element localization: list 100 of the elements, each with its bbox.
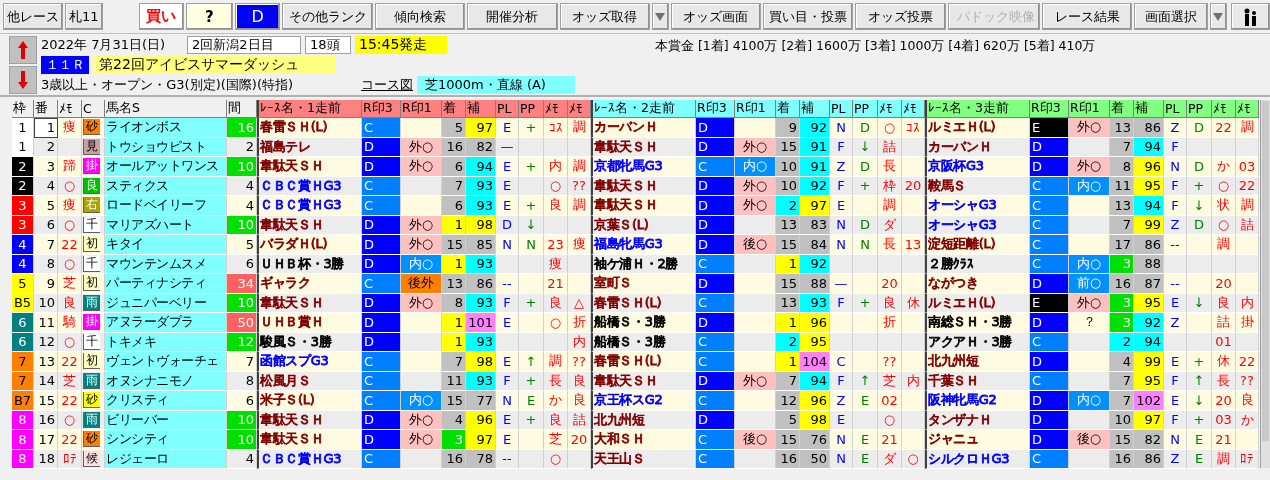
table-cell: 97	[800, 196, 830, 216]
table-cell: 内	[544, 157, 568, 177]
table-cell: 前○	[1069, 274, 1110, 294]
table-cell: 調	[878, 196, 902, 216]
race-name: 京葉Ｓ(L)	[591, 215, 696, 235]
table-cell: 20	[878, 274, 902, 294]
toolbar-button[interactable]: オッズ取得	[559, 3, 650, 30]
rating-mark: D	[362, 313, 401, 333]
table-cell: 13	[902, 235, 925, 255]
table-cell: ？	[1069, 313, 1110, 333]
table-cell: 15	[776, 235, 800, 255]
race-name: 福島牝馬G3	[591, 235, 696, 255]
table-cell: 93	[466, 176, 496, 196]
table-cell: 7	[1110, 391, 1134, 411]
condition-tag: 良	[83, 177, 100, 194]
toolbar-button[interactable]: レース結果	[1041, 3, 1133, 30]
table-cell: 8	[442, 293, 466, 313]
toolbar-button[interactable]: その他ランク	[282, 3, 373, 30]
column-header: R印1	[735, 100, 776, 118]
table-cell: 86	[1134, 118, 1164, 138]
column-header: PL	[830, 100, 853, 118]
horse-number: 13	[34, 352, 58, 372]
race-number: １１Ｒ	[41, 55, 89, 74]
column-header: ﾒﾓ	[902, 100, 925, 118]
table-cell: 7	[227, 352, 257, 372]
table-cell: 03	[1236, 157, 1259, 177]
table-cell: 15	[442, 391, 466, 411]
column-header: 馬名S	[105, 100, 227, 118]
table-cell: 99	[1134, 352, 1164, 372]
race-name: ＵＨＢ賞Ｈ	[257, 313, 362, 333]
column-header: PP	[1187, 100, 1212, 118]
table-cell: 痩	[568, 235, 591, 255]
toolbar-button[interactable]: ?	[185, 3, 234, 30]
toolbar-button[interactable]: オッズ画面	[670, 3, 762, 30]
previous-race-button[interactable]	[9, 36, 37, 64]
column-header: R印3	[1030, 100, 1069, 118]
rating-mark: D	[1030, 313, 1069, 333]
table-cell: ダ	[878, 449, 902, 469]
rating-mark: D	[1030, 352, 1069, 372]
toolbar-button[interactable]: 画面選択	[1134, 3, 1208, 30]
race-name: 韋駄天ＳＨ	[257, 430, 362, 450]
toolbar-button[interactable]: 開催分析	[467, 3, 558, 30]
table-cell: 16	[442, 449, 466, 469]
table-cell: か	[1212, 157, 1236, 177]
toolbar-icon-button[interactable]	[1230, 3, 1270, 30]
toolbar-button[interactable]: 買い目・投票	[763, 3, 854, 30]
toolbar-button[interactable]: 買い	[138, 3, 184, 30]
race-name: 韋駄天ＳＨ	[591, 176, 696, 196]
dropdown-button[interactable]	[651, 3, 669, 30]
horse-number: 2	[34, 137, 58, 157]
condition-tag: 初	[83, 353, 100, 370]
table-cell: E	[496, 430, 519, 450]
figure-icon	[1243, 7, 1258, 26]
toolbar-button[interactable]: D	[235, 3, 281, 30]
table-cell: 03	[1212, 410, 1236, 430]
race-name: ＵＨＢ杯・3勝	[257, 254, 362, 274]
table-cell: 102	[1134, 391, 1164, 411]
column-header: ﾒﾓ	[878, 100, 902, 118]
table-cell: 芝	[544, 430, 568, 450]
horse-name: ライオンボス	[105, 118, 227, 138]
toolbar-button[interactable]: オッズ投票	[855, 3, 946, 30]
table-cell: ○	[58, 410, 82, 430]
race-name: ２勝ｸﾗｽ	[925, 254, 1030, 274]
race-name: 韋駄天ＳＨ	[591, 371, 696, 391]
toolbar-button[interactable]: 札11	[65, 3, 103, 30]
table-cell: 良	[1212, 293, 1236, 313]
horse-number: 10	[34, 293, 58, 313]
horse-name: パーティナシティ	[105, 274, 227, 294]
table-cell: 01	[1212, 332, 1236, 352]
next-race-button[interactable]	[9, 66, 37, 94]
table-cell: 良	[878, 293, 902, 313]
frame-number: 7	[12, 352, 34, 372]
table-cell: ↓	[1187, 196, 1212, 216]
dropdown-button[interactable]	[1209, 3, 1227, 30]
race-name: 船橋Ｓ・3勝	[591, 313, 696, 333]
table-cell: 2	[776, 332, 800, 352]
table-cell: ○	[58, 176, 82, 196]
frame-number: 5	[12, 274, 34, 294]
table-cell: 折	[878, 313, 902, 333]
table-cell: 92	[800, 254, 830, 274]
frame-number: 7	[12, 371, 34, 391]
scrollbar[interactable]	[1260, 100, 1270, 468]
horse-name: トキメキ	[105, 332, 227, 352]
race-name: ルミエＨ(L)	[925, 118, 1030, 138]
table-cell: 13	[776, 293, 800, 313]
course-map-link[interactable]: コース図	[361, 75, 413, 94]
race-name: ながつき	[925, 274, 1030, 294]
toolbar-button[interactable]: 傾向検索	[374, 3, 466, 30]
race-name: 春雷ＳＨ(L)	[591, 293, 696, 313]
table-cell: 98	[466, 215, 496, 235]
table-cell: 96	[466, 410, 496, 430]
table-cell: +	[519, 196, 544, 216]
column-header: ﾚｰｽ名・1走前	[257, 100, 362, 118]
table-cell: ↑	[519, 352, 544, 372]
table-cell: 7	[1110, 137, 1134, 157]
toolbar-button[interactable]: 他レース	[3, 3, 63, 30]
horse-number: 15	[34, 391, 58, 411]
table-cell: E	[496, 118, 519, 138]
table-cell: 82	[1134, 430, 1164, 450]
table-cell: 21	[878, 430, 902, 450]
